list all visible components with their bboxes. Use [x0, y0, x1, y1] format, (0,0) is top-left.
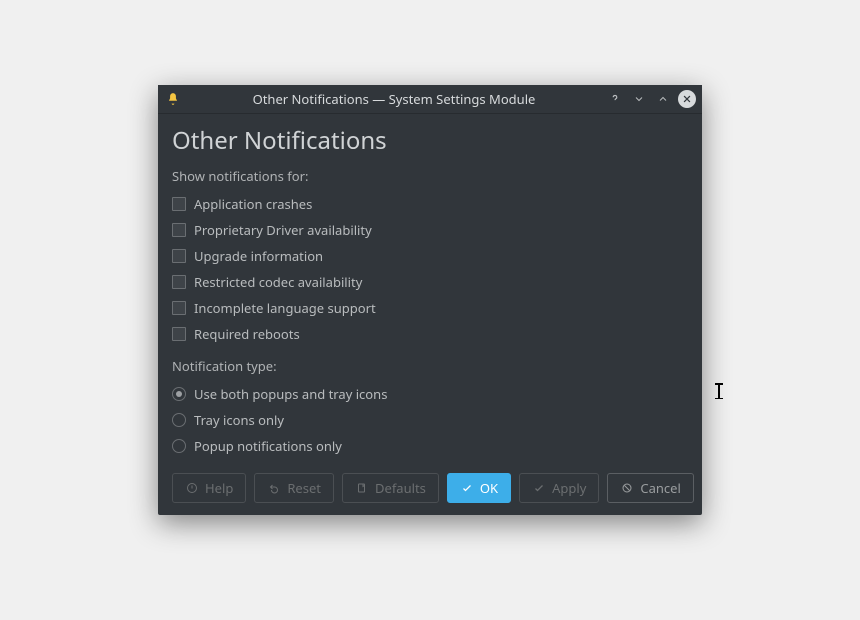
defaults-button[interactable]: Defaults [342, 473, 439, 503]
checkbox-label: Upgrade information [194, 247, 323, 265]
checkbox[interactable] [172, 249, 186, 263]
cancel-icon [620, 481, 634, 495]
chevron-up-icon[interactable] [654, 90, 672, 108]
radio-label: Popup notifications only [194, 437, 342, 455]
titlebar[interactable]: Other Notifications — System Settings Mo… [158, 85, 702, 114]
ok-button-label: OK [480, 479, 498, 497]
checkbox-row[interactable]: Restricted codec availability [172, 269, 688, 295]
radio[interactable] [172, 387, 186, 401]
window-title: Other Notifications — System Settings Mo… [182, 90, 606, 108]
radio[interactable] [172, 439, 186, 453]
radio[interactable] [172, 413, 186, 427]
content-area: Other Notifications Show notifications f… [158, 114, 702, 515]
cancel-button-label: Cancel [640, 479, 680, 497]
help-button-icon [185, 481, 199, 495]
help-icon[interactable] [606, 90, 624, 108]
radio-row[interactable]: Tray icons only [172, 407, 688, 433]
radio-label: Tray icons only [194, 411, 284, 429]
radio-label: Use both popups and tray icons [194, 385, 387, 403]
checkbox-row[interactable]: Incomplete language support [172, 295, 688, 321]
undo-icon [267, 481, 281, 495]
checkbox[interactable] [172, 327, 186, 341]
cancel-button[interactable]: Cancel [607, 473, 693, 503]
check-icon [460, 481, 474, 495]
checkbox-row[interactable]: Upgrade information [172, 243, 688, 269]
checkbox[interactable] [172, 275, 186, 289]
notification-type-label: Notification type: [172, 357, 688, 375]
help-button-label: Help [205, 479, 233, 497]
reset-button-label: Reset [287, 479, 321, 497]
settings-window: Other Notifications — System Settings Mo… [158, 85, 702, 515]
checkbox[interactable] [172, 301, 186, 315]
help-button[interactable]: Help [172, 473, 246, 503]
checkbox-row[interactable]: Proprietary Driver availability [172, 217, 688, 243]
checkbox-label: Incomplete language support [194, 299, 376, 317]
radio-row[interactable]: Use both popups and tray icons [172, 381, 688, 407]
checkbox-row[interactable]: Application crashes [172, 191, 688, 217]
checkbox-label: Restricted codec availability [194, 273, 362, 291]
checkbox-label: Proprietary Driver availability [194, 221, 372, 239]
checkbox[interactable] [172, 197, 186, 211]
radio-row[interactable]: Popup notifications only [172, 433, 688, 459]
text-cursor-icon [718, 383, 720, 399]
defaults-button-label: Defaults [375, 479, 426, 497]
show-for-label: Show notifications for: [172, 167, 688, 185]
ok-button[interactable]: OK [447, 473, 511, 503]
page-title: Other Notifications [172, 124, 688, 157]
defaults-icon [355, 481, 369, 495]
checkbox-row[interactable]: Required reboots [172, 321, 688, 347]
button-row: Help Reset Defaults OK [172, 473, 688, 503]
apply-button[interactable]: Apply [519, 473, 599, 503]
apply-check-icon [532, 481, 546, 495]
close-icon[interactable] [678, 90, 696, 108]
checkbox-label: Required reboots [194, 325, 300, 343]
reset-button[interactable]: Reset [254, 473, 334, 503]
chevron-down-icon[interactable] [630, 90, 648, 108]
bell-icon [164, 90, 182, 108]
checkbox[interactable] [172, 223, 186, 237]
checkbox-label: Application crashes [194, 195, 312, 213]
apply-button-label: Apply [552, 479, 586, 497]
